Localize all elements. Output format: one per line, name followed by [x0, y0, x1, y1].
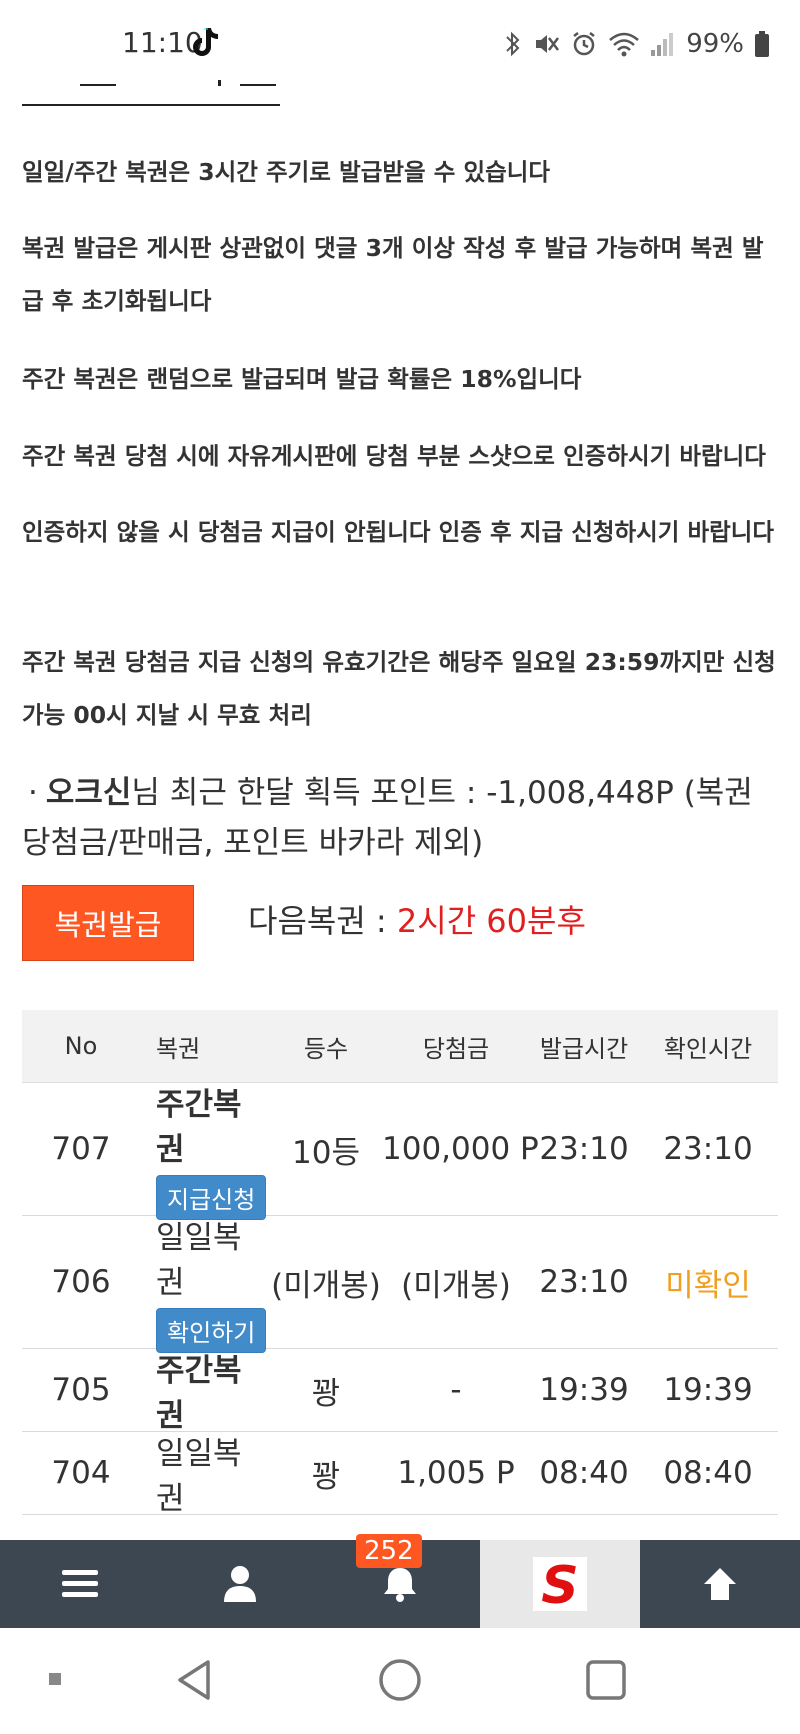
row-rank: (미개봉) [271, 1267, 381, 1304]
battery-icon [755, 31, 769, 57]
notice-item: 주간 복권 당첨금 지급 신청의 유효기간은 해당주 일요일 23:59까지만 … [22, 648, 776, 729]
row-prize: - [450, 1372, 462, 1408]
row-no: 704 [51, 1455, 111, 1491]
nav-dot-icon [49, 1673, 61, 1685]
row-ticket: 일일복권 확인하기 [140, 1212, 270, 1353]
bottom-app-bar: S 252 [0, 1534, 800, 1628]
monthly-points-summary: · 오크신님 최근 한달 획득 포인트 : -1,008,448P (복권 당첨금… [22, 768, 782, 868]
notice-item: 주간 복권은 랜덤으로 발급되며 발급 확률은 18%입니다 [22, 365, 582, 393]
row-prize: 1,005 P [397, 1455, 515, 1491]
row-rank: 꽝 [311, 1458, 341, 1495]
row-checked-time: 19:39 [663, 1372, 753, 1408]
menu-icon [62, 1570, 98, 1597]
table-row: 704 일일복권 꽝 1,005 P 08:40 08:40 [22, 1432, 778, 1517]
points-text: 님 최근 한달 획득 포인트 : -1,008,448P (복권 당첨금/판매금… [22, 775, 753, 861]
home-icon[interactable] [378, 1658, 422, 1702]
row-rank: 10등 [292, 1134, 360, 1171]
notice-item: 주간 복권 당첨 시에 자유게시판에 당첨 부분 스샷으로 인증하시기 바랍니다 [22, 442, 766, 470]
row-checked-time: 23:10 [663, 1131, 753, 1167]
bell-icon [384, 1568, 416, 1602]
row-issued-time: 23:10 [539, 1131, 629, 1167]
ticket-type: 일일복권 [156, 1436, 242, 1517]
bullet: · [28, 775, 38, 811]
row-no: 707 [51, 1131, 111, 1167]
row-ticket: 주간복권 지급신청 [140, 1079, 270, 1220]
cutoff-title-fragment [218, 80, 276, 86]
username: 오크신 [45, 775, 132, 811]
row-checked-status: 미확인 [665, 1267, 751, 1304]
ticket-type: 주간복권 [156, 1353, 242, 1434]
recents-icon[interactable] [584, 1658, 628, 1702]
row-checked-time: 08:40 [663, 1455, 753, 1491]
status-icons: 99% [504, 26, 770, 62]
row-issued-time: 19:39 [539, 1372, 629, 1408]
column-header: 당첨금 [422, 1034, 490, 1063]
ticket-type: 주간복권 [156, 1086, 242, 1168]
scroll-top-button[interactable] [640, 1540, 800, 1628]
row-issued-time: 08:40 [539, 1455, 629, 1491]
wifi-icon [609, 32, 640, 57]
notification-count-badge: 252 [356, 1534, 422, 1568]
notice-item: 복권 발급은 게시판 상관없이 댓글 3개 이상 작성 후 발급 가능하며 복권… [22, 234, 764, 315]
next-lottery-label: 다음복권 : [248, 902, 397, 940]
tiktok-icon [193, 28, 218, 56]
lottery-history-table: No 복권 등수 당첨금 발급시간 확인시간 707 주간복권 지급신청 10등… [22, 1010, 778, 1517]
next-lottery-time: 2시간 60분후 [396, 902, 586, 940]
row-prize: 100,000 P [382, 1131, 539, 1167]
notice-item: 일일/주간 복권은 3시간 주기로 발급받을 수 있습니다 [22, 158, 551, 186]
table-header: No 복권 등수 당첨금 발급시간 확인시간 [22, 1010, 778, 1083]
cutoff-title-fragment [80, 84, 116, 86]
table-row: 705 주간복권 꽝 - 19:39 19:39 [22, 1349, 778, 1434]
battery-percent: 99% [686, 29, 744, 59]
site-logo: S [533, 1556, 587, 1613]
ticket-type: 일일복권 [156, 1219, 242, 1301]
back-icon[interactable] [174, 1658, 214, 1702]
next-lottery: 다음복권 : 2시간 60분후 [248, 896, 586, 942]
site-logo-button[interactable]: S [480, 1540, 640, 1628]
row-prize: (미개봉) [401, 1267, 511, 1304]
profile-button[interactable] [160, 1540, 320, 1628]
bluetooth-icon [506, 31, 520, 57]
table-row: 707 주간복권 지급신청 10등 100,000 P 23:10 23:10 [22, 1083, 778, 1220]
menu-button[interactable] [0, 1540, 160, 1628]
issue-lottery-button[interactable]: 복권발급 [22, 885, 194, 961]
site-logo-letter: S [541, 1556, 578, 1613]
arrow-up-icon [704, 1568, 736, 1600]
android-nav-bar [0, 1628, 800, 1734]
table-row: 706 일일복권 확인하기 (미개봉) (미개봉) 23:10 미확인 [22, 1216, 778, 1353]
row-no: 706 [51, 1264, 111, 1300]
alarm-icon [573, 32, 595, 56]
column-header: 발급시간 [539, 1034, 629, 1063]
signal-icon [651, 33, 674, 56]
title-underline [22, 104, 280, 106]
notice-item: 인증하지 않을 시 당첨금 지급이 안됩니다 인증 후 지급 신청하시기 바랍니… [22, 518, 775, 546]
column-header: No [64, 1032, 98, 1060]
column-header: 복권 [156, 1034, 201, 1063]
column-header: 등수 [303, 1034, 349, 1063]
row-no: 705 [51, 1372, 111, 1408]
row-issued-time: 23:10 [539, 1264, 629, 1300]
row-rank: 꽝 [311, 1375, 341, 1412]
mute-icon [536, 35, 560, 53]
status-bar: 11:10 99% [0, 0, 800, 88]
column-header: 확인시간 [663, 1034, 753, 1063]
user-icon [224, 1566, 256, 1602]
